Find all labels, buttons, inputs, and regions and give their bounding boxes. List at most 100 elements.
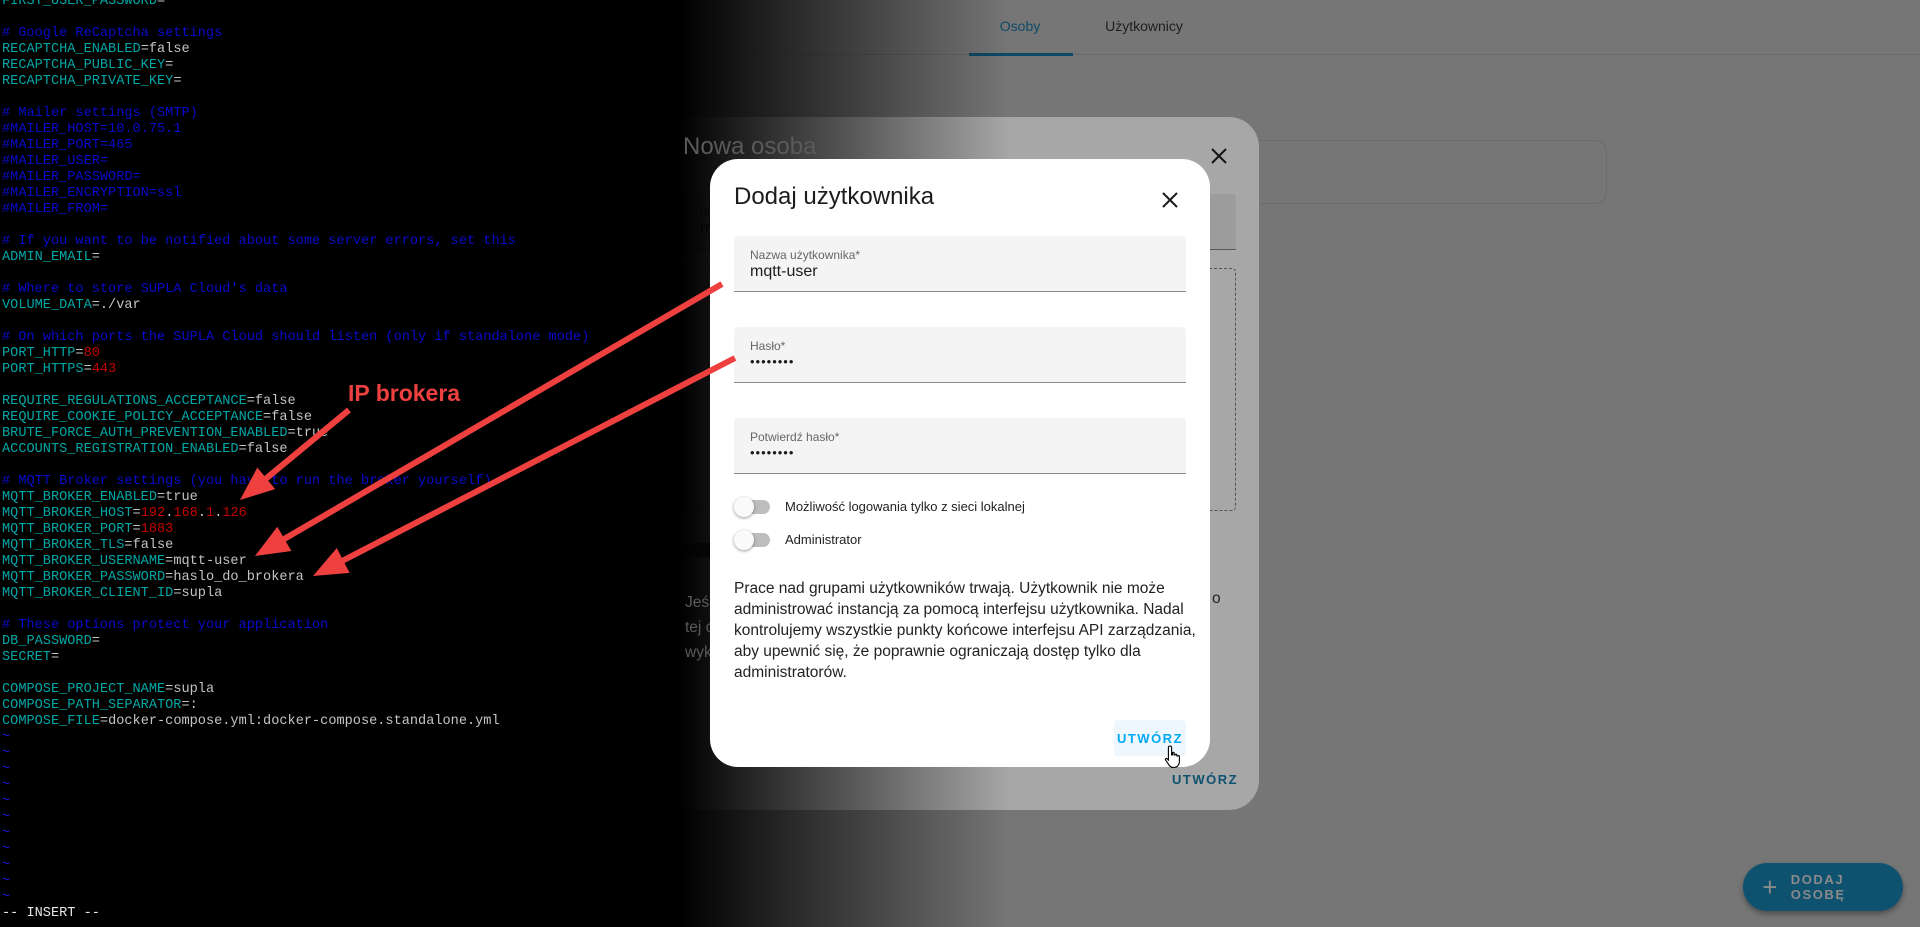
- code-token: 168: [173, 506, 198, 521]
- username-field[interactable]: Nazwa użytkownika* mqtt-user: [734, 236, 1186, 292]
- local-network-toggle[interactable]: [734, 496, 772, 518]
- code-token: ACCOUNTS_REGISTRATION_ENABLED: [2, 442, 239, 457]
- code-token: =./var: [91, 298, 141, 313]
- terminal-line: COMPOSE_PROJECT_NAME=supla: [2, 682, 589, 698]
- terminal-line: ~: [2, 858, 589, 874]
- code-token: =false: [246, 394, 296, 409]
- code-token: =:: [181, 698, 198, 713]
- tab-uzytkownicy[interactable]: Użytkownicy: [1105, 18, 1183, 34]
- outer-text-right: o: [1212, 590, 1221, 607]
- empty-line-marker: ~: [2, 874, 11, 889]
- info-line: aby upewnić się, że poprawnie ograniczaj…: [734, 643, 1141, 660]
- username-label: Nazwa użytkownika*: [750, 248, 861, 262]
- code-token: =false: [263, 410, 312, 425]
- local-network-label: Możliwość logowania tylko z sieci lokaln…: [785, 499, 1025, 514]
- code-token: =: [173, 74, 182, 89]
- code-token: REQUIRE_REGULATIONS_ACCEPTANCE: [2, 394, 247, 409]
- terminal-line: #MAILER_USER=: [2, 154, 589, 170]
- code-token: RECAPTCHA_PUBLIC_KEY: [2, 58, 166, 73]
- terminal-line: PORT_HTTPS=443: [2, 362, 589, 378]
- code-token: # If you want to be notified about some …: [2, 234, 516, 249]
- administrator-toggle[interactable]: [734, 529, 772, 551]
- confirm-password-field[interactable]: Potwierdź hasło* ••••••••: [734, 418, 1186, 474]
- code-token: 192: [140, 506, 166, 521]
- terminal-line: #MAILER_PORT=465: [2, 138, 589, 154]
- terminal-line: MQTT_BROKER_USERNAME=mqtt-user: [2, 554, 589, 570]
- empty-line-marker: ~: [2, 826, 11, 841]
- terminal-line: #MAILER_PASSWORD=: [2, 170, 589, 186]
- code-token: =: [75, 346, 84, 361]
- code-token: COMPOSE_PATH_SEPARATOR: [2, 698, 182, 713]
- code-token: #MAILER_PORT=465: [2, 138, 133, 153]
- code-token: =true: [287, 426, 329, 441]
- password-label: Hasło*: [750, 339, 786, 353]
- terminal-line: # On which ports the SUPLA Cloud should …: [2, 330, 589, 346]
- code-token: # Google ReCaptcha settings: [2, 26, 223, 41]
- confirm-password-label: Potwierdź hasło*: [750, 430, 840, 444]
- terminal-line: ACCOUNTS_REGISTRATION_ENABLED=false: [2, 442, 589, 458]
- code-token: MQTT_BROKER_ENABLED: [2, 490, 157, 505]
- close-icon[interactable]: [1161, 191, 1179, 209]
- code-token: =: [132, 506, 141, 521]
- terminal-line: MQTT_BROKER_PORT=1883: [2, 522, 589, 538]
- terminal-line: ~: [2, 826, 589, 842]
- code-token: # On which ports the SUPLA Cloud should …: [2, 330, 590, 345]
- info-line: administratorów.: [734, 664, 847, 681]
- confirm-password-input[interactable]: ••••••••: [750, 445, 794, 460]
- terminal-line: BRUTE_FORCE_AUTH_PREVENTION_ENABLED=true: [2, 426, 589, 442]
- code-token: =: [50, 650, 60, 665]
- empty-line-marker: ~: [2, 762, 11, 777]
- code-token: #MAILER_PASSWORD=: [2, 170, 141, 185]
- terminal-line: ~: [2, 778, 589, 794]
- code-token: COMPOSE_FILE: [2, 714, 100, 729]
- password-field[interactable]: Hasło* ••••••••: [734, 327, 1186, 383]
- code-token: =: [91, 250, 100, 265]
- code-token: MQTT_BROKER_PORT: [2, 522, 133, 537]
- code-token: SECRET: [2, 650, 51, 665]
- terminal-line: #MAILER_ENCRYPTION=ssl: [2, 186, 589, 202]
- terminal-line: # Where to store SUPLA Cloud's data: [2, 282, 589, 298]
- terminal-line: ~: [2, 842, 589, 858]
- code-token: RECAPTCHA_PRIVATE_KEY: [2, 74, 174, 89]
- empty-line-marker: ~: [2, 746, 11, 761]
- outer-create-button[interactable]: UTWÓRZ: [1172, 772, 1238, 787]
- empty-line-marker: ~: [2, 730, 11, 745]
- code-token: MQTT_BROKER_USERNAME: [2, 554, 166, 569]
- code-token: 443: [91, 362, 117, 377]
- terminal-line: # Mailer settings (SMTP): [2, 106, 589, 122]
- plus-icon: +: [1762, 872, 1778, 902]
- terminal-line: ~: [2, 730, 589, 746]
- add-person-button[interactable]: + DODAJ OSOBĘ: [1743, 863, 1903, 911]
- terminal-editor[interactable]: FIRST_USER_PASSWORD= # Google ReCaptcha s…: [2, 0, 589, 922]
- terminal-line: RECAPTCHA_ENABLED=false: [2, 42, 589, 58]
- password-input[interactable]: ••••••••: [750, 354, 794, 369]
- hand-cursor-icon: [1164, 745, 1180, 768]
- close-icon[interactable]: [1209, 146, 1229, 166]
- code-token: MQTT_BROKER_HOST: [2, 506, 133, 521]
- terminal-line: # MQTT Broker settings (you have to run …: [2, 474, 589, 490]
- new-person-dialog-title: Nowa osoba: [683, 133, 817, 160]
- empty-line-marker: ~: [2, 794, 11, 809]
- code-token: # Where to store SUPLA Cloud's data: [2, 282, 288, 297]
- terminal-line: ~: [2, 762, 589, 778]
- code-token: 80: [83, 346, 100, 361]
- terminal-line: REQUIRE_REGULATIONS_ACCEPTANCE=false: [2, 394, 589, 410]
- code-token: =: [91, 634, 100, 649]
- terminal-line: #MAILER_FROM=: [2, 202, 589, 218]
- code-token: =: [165, 58, 174, 73]
- code-token: =supla: [165, 682, 215, 697]
- code-token: PORT_HTTPS: [2, 362, 84, 377]
- code-token: # Mailer settings (SMTP): [2, 106, 198, 121]
- ip-broker-annotation: IP brokera: [348, 380, 461, 406]
- toggle-knob: [734, 530, 754, 550]
- terminal-line: ~: [2, 794, 589, 810]
- username-input[interactable]: mqtt-user: [750, 263, 818, 281]
- code-token: COMPOSE_PROJECT_NAME: [2, 682, 166, 697]
- code-token: PORT_HTTP: [2, 346, 76, 361]
